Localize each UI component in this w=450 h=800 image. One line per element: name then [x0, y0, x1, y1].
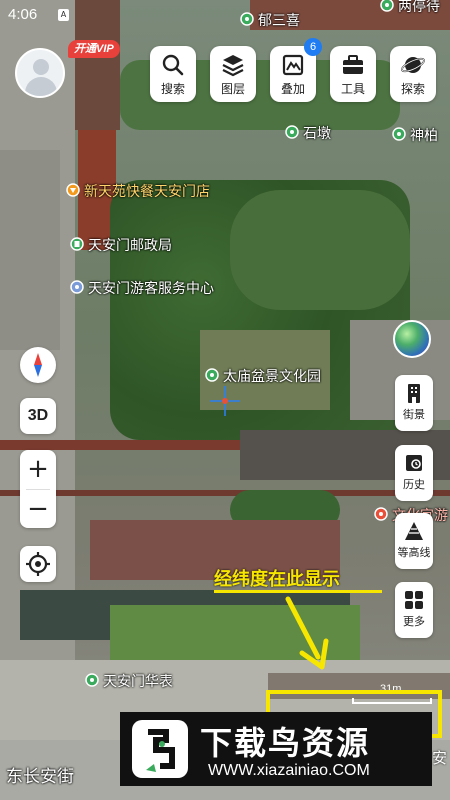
poi-top[interactable]: 郁三喜 — [240, 10, 300, 30]
compass-button[interactable] — [20, 347, 56, 383]
building-icon — [408, 384, 420, 403]
grid-icon — [405, 591, 423, 609]
tools-button-label: 工具 — [340, 82, 365, 96]
locate-icon — [26, 552, 50, 576]
map-area-plaza — [0, 150, 60, 350]
restaurant-pin-icon — [66, 183, 80, 197]
mountain-icon — [405, 522, 423, 540]
street-view-button[interactable]: 街景 — [395, 375, 433, 431]
overlay-icon — [282, 54, 304, 76]
poi-label: 太庙盆景文化园 — [223, 369, 321, 385]
street-label-right: 安 — [432, 749, 448, 767]
notification-icon: A — [58, 9, 69, 21]
more-label: 更多 — [403, 615, 425, 628]
globe-button[interactable] — [393, 320, 431, 358]
poi-pin-icon — [374, 507, 388, 521]
layers-button[interactable]: 图层 — [210, 46, 256, 102]
overlay-count-badge: 6 — [304, 38, 322, 56]
poi-visitor-center[interactable]: 天安门游客服务中心 — [70, 278, 214, 298]
post-office-pin-icon — [70, 237, 84, 251]
poi-label: 天安门华表 — [103, 674, 173, 690]
overlay-button[interactable]: 叠加 6 — [270, 38, 322, 102]
history-icon — [406, 455, 422, 471]
map-area-wall-2 — [0, 490, 450, 496]
poi-pin-icon — [85, 673, 99, 687]
poi-post-office[interactable]: 天安门邮政局 — [70, 235, 172, 255]
poi-bonsai-park[interactable]: 太庙盆景文化园 — [205, 366, 321, 386]
street-view-label: 街景 — [403, 408, 425, 421]
poi-xintianyuan[interactable]: 新天苑快餐天安门店 — [66, 181, 210, 201]
more-button[interactable]: 更多 — [395, 582, 433, 638]
watermark-logo — [132, 720, 188, 778]
search-button-label: 搜索 — [160, 82, 185, 96]
locate-button[interactable] — [20, 546, 56, 582]
search-icon — [162, 54, 184, 76]
contour-button[interactable]: 等高线 — [395, 513, 433, 569]
explore-button-label: 探索 — [400, 82, 425, 96]
overlay-button-label: 叠加 — [280, 82, 305, 96]
zoom-out-button[interactable]: − — [20, 490, 56, 529]
poi-label: 郁三喜 — [258, 13, 300, 29]
bird-logo-icon — [146, 729, 175, 772]
watermark-url: WWW.xiazainiao.COM — [208, 762, 370, 779]
map-area-trees-right — [230, 190, 410, 310]
compass-icon — [34, 353, 42, 377]
history-label: 历史 — [403, 478, 425, 491]
watermark-title: 下载鸟资源 — [200, 724, 371, 762]
poi-pin-icon — [285, 125, 299, 139]
3d-toggle-button[interactable]: 3D — [20, 398, 56, 434]
street-label-main: 东长安街 — [6, 767, 74, 787]
watermark-banner: 下载鸟资源 WWW.xiazainiao.COM — [120, 712, 432, 786]
explore-button[interactable]: 探索 — [390, 46, 436, 102]
contour-label: 等高线 — [397, 546, 431, 559]
poi-huabiao[interactable]: 天安门华表 — [85, 671, 173, 691]
vip-badge-button[interactable]: 开通VIP — [68, 40, 120, 58]
info-pin-icon — [70, 280, 84, 294]
annotation-arrow-icon — [285, 596, 329, 670]
poi-top-right[interactable]: 两停待 — [380, 0, 440, 16]
poi-shidun[interactable]: 石墩 — [285, 123, 331, 143]
poi-pin-icon — [380, 0, 394, 12]
poi-shenbai[interactable]: 神柏 — [392, 125, 438, 145]
poi-label: 神柏 — [410, 128, 438, 144]
poi-label: 天安门邮政局 — [88, 238, 172, 254]
layers-button-label: 图层 — [220, 82, 245, 96]
toolbox-icon — [343, 55, 363, 74]
history-button[interactable]: 历史 — [395, 445, 433, 501]
user-avatar[interactable] — [15, 48, 65, 98]
poi-pin-icon — [392, 127, 406, 141]
annotation-text: 经纬度在此显示 — [214, 569, 340, 590]
search-button[interactable]: 搜索 — [150, 46, 196, 102]
avatar-head — [33, 59, 49, 75]
tools-button[interactable]: 工具 — [330, 46, 376, 102]
layers-icon — [222, 55, 244, 77]
poi-label: 天安门游客服务中心 — [88, 281, 214, 297]
poi-label: 新天苑快餐天安门店 — [84, 184, 210, 200]
zoom-in-button[interactable]: + — [20, 450, 56, 489]
poi-label: 石墩 — [303, 126, 331, 142]
poi-label: 两停待 — [398, 0, 440, 15]
park-pin-icon — [205, 368, 219, 382]
status-time: 4:06 — [8, 6, 38, 23]
annotation-underline — [214, 590, 382, 593]
zoom-control: + − — [20, 450, 56, 528]
map-center-crosshair-icon — [210, 386, 240, 416]
planet-icon — [401, 57, 425, 73]
poi-pin-icon — [240, 12, 254, 26]
avatar-body — [25, 77, 57, 96]
